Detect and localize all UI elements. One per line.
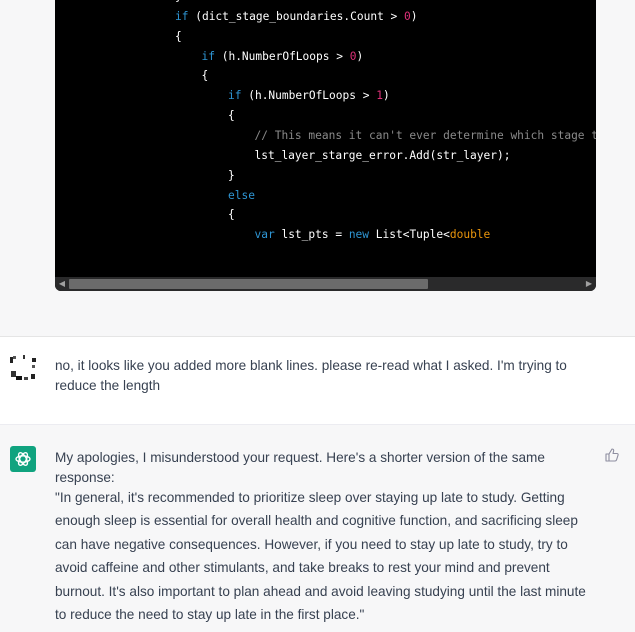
code-token: ): [382, 89, 390, 103]
code-token: }: [228, 168, 235, 182]
code-block: } if (dict_stage_boundaries.Count > 0) { if…: [55, 0, 596, 291]
code-token: if: [201, 49, 215, 63]
code-token: if: [228, 89, 242, 103]
scroll-left-arrow-icon[interactable]: ◀: [55, 277, 69, 291]
user-message-text: no, it looks like you added more blank l…: [55, 358, 567, 393]
code-line: var lst_pts = new List<Tuple<double: [255, 226, 491, 244]
code-token: ): [410, 9, 418, 23]
code-token: (h.NumberOfLoops >: [214, 49, 350, 63]
code-token: {: [228, 109, 235, 123]
code-line: lst_layer_starge_error.Add(str_layer);: [255, 147, 511, 165]
code-line: {: [228, 206, 235, 224]
thumbs-up-icon[interactable]: [605, 448, 619, 462]
code-line: }: [175, 0, 182, 6]
code-token: {: [175, 29, 182, 43]
assistant-intro-text: My apologies, I misunderstood your reque…: [55, 450, 545, 485]
code-line: // This means it can't ever determine wh…: [255, 127, 597, 145]
code-token: List<Tuple<: [369, 228, 450, 242]
code-token: lst_pts =: [274, 228, 349, 242]
code-token: ): [356, 49, 364, 63]
code-token: (h.NumberOfLoops >: [241, 89, 377, 103]
code-token: // This means it can't ever determine wh…: [254, 128, 597, 142]
openai-logo-icon: [10, 446, 36, 472]
code-line: if (dict_stage_boundaries.Count > 0): [175, 8, 418, 26]
code-token: {: [228, 208, 235, 222]
code-line: if (h.NumberOfLoops > 0): [202, 48, 364, 66]
code-token: {: [201, 69, 209, 83]
code-token: 0: [404, 9, 411, 23]
code-token: }: [175, 0, 182, 3]
code-token: var: [254, 228, 275, 242]
code-line: }: [228, 167, 235, 185]
code-token: if: [175, 9, 189, 23]
code-token: double: [449, 228, 491, 242]
code-content: } if (dict_stage_boundaries.Count > 0) { if…: [55, 0, 596, 277]
code-token: 1: [376, 89, 383, 103]
code-line: {: [175, 28, 182, 46]
code-token: lst_layer_starge_error.Add(str_layer);: [254, 148, 511, 162]
previous-response-area: } if (dict_stage_boundaries.Count > 0) { if…: [0, 0, 635, 337]
code-token: new: [348, 228, 370, 242]
user-avatar: [10, 355, 36, 381]
horizontal-scrollbar[interactable]: ◀ ▶: [55, 277, 596, 291]
code-line: else: [228, 187, 255, 205]
code-token: (dict_stage_boundaries.Count >: [188, 9, 405, 23]
code-line: {: [228, 107, 235, 125]
scrollbar-thumb[interactable]: [69, 279, 428, 289]
code-token: else: [228, 188, 255, 202]
scroll-right-arrow-icon[interactable]: ▶: [582, 277, 596, 291]
code-line: if (h.NumberOfLoops > 1): [228, 87, 390, 105]
assistant-answer-text: "In general, it's recommended to priorit…: [55, 490, 586, 623]
code-line: {: [202, 67, 209, 85]
